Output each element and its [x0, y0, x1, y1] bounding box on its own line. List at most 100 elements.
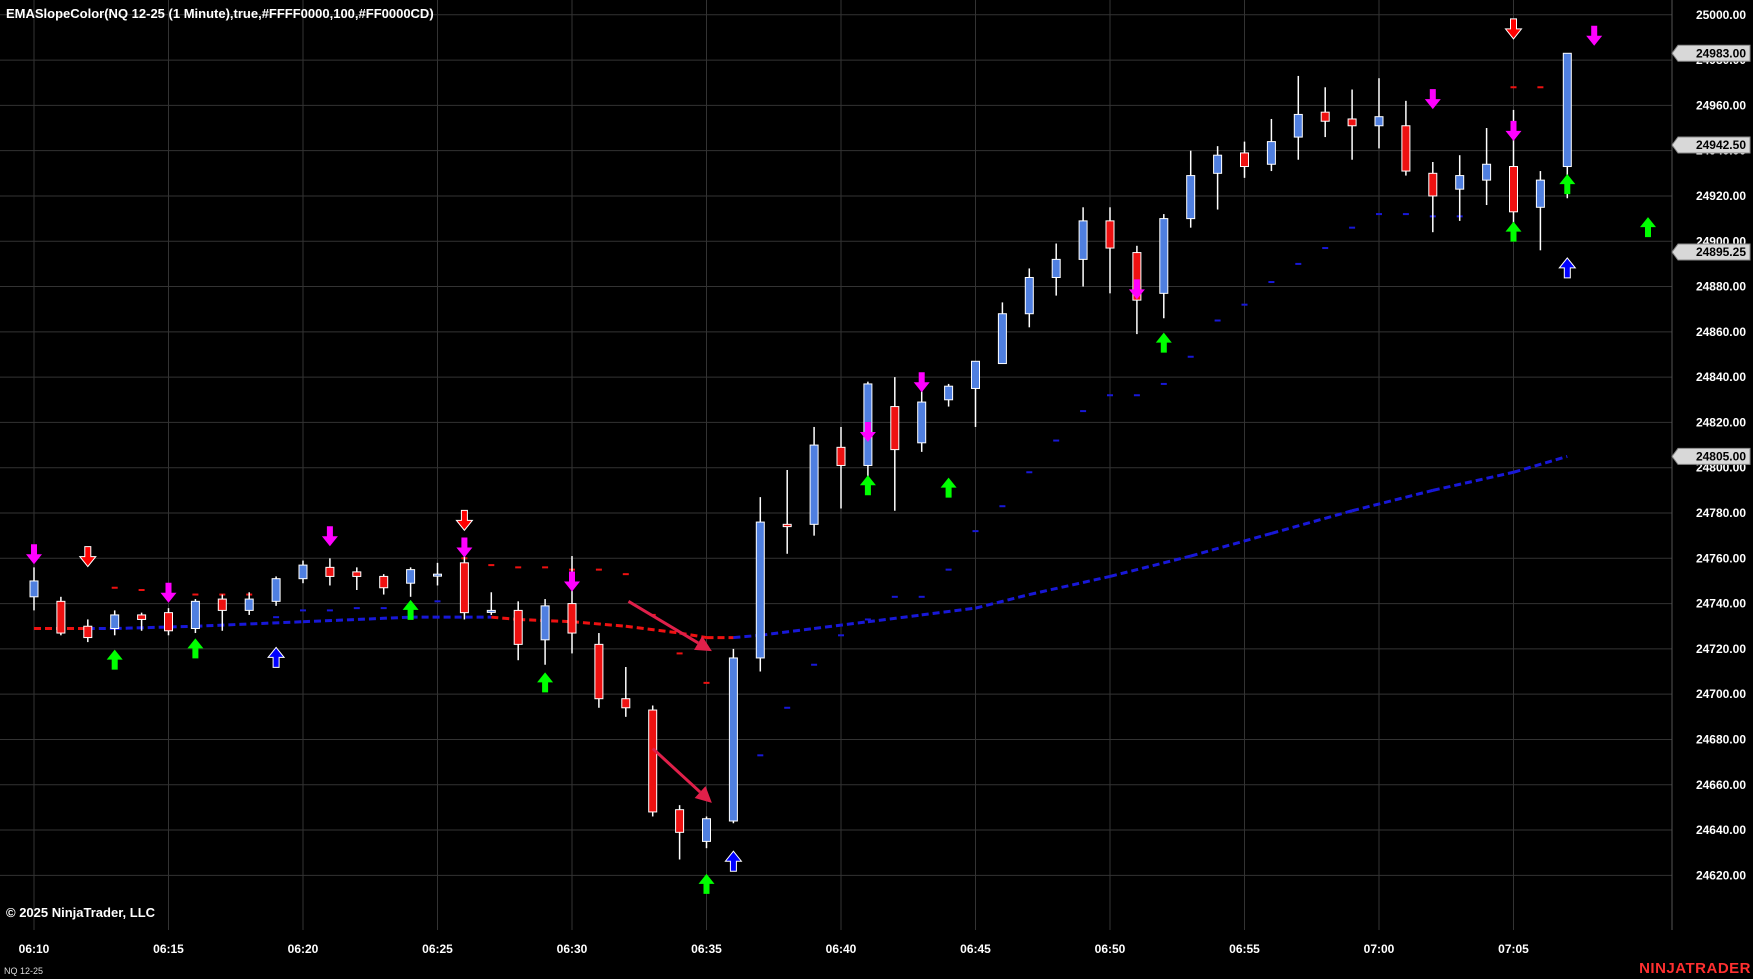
- candle: [675, 805, 685, 860]
- ema-line: [34, 454, 1568, 640]
- ema-segment: [1351, 488, 1434, 513]
- annotation-arrow: [627, 600, 712, 652]
- candle-body: [971, 360, 980, 389]
- annotation-shaft: [627, 600, 699, 645]
- magenta-down-arrow-icon: [160, 582, 177, 603]
- green-up-arrow-icon: [1155, 332, 1172, 353]
- annotation-arrow: [651, 747, 712, 803]
- green-up-arrow-icon: [940, 477, 957, 498]
- y-tick-label: 24920.00: [1696, 189, 1746, 203]
- candle-body: [1078, 220, 1088, 260]
- x-tick-label: 06:20: [288, 942, 319, 956]
- candle: [83, 619, 93, 643]
- magenta-down-arrow-icon: [456, 537, 473, 558]
- candle: [1078, 207, 1088, 287]
- candle-body: [29, 580, 39, 598]
- candle-body: [244, 598, 254, 611]
- candle-body: [944, 385, 954, 401]
- ema-segment: [1513, 454, 1568, 474]
- candle: [164, 608, 173, 636]
- candle-body: [1535, 179, 1545, 208]
- x-tick-label: 06:40: [826, 942, 857, 956]
- price-tag: 24942.50: [1671, 136, 1751, 154]
- y-tick-label: 25000.00: [1696, 8, 1746, 22]
- y-tick-label: 24720.00: [1696, 642, 1746, 656]
- candle: [1186, 150, 1196, 228]
- candle-body: [917, 401, 927, 444]
- candle: [1024, 268, 1034, 328]
- candle: [567, 556, 577, 654]
- ema-segment: [921, 606, 976, 617]
- candle: [1240, 141, 1249, 178]
- candle-body: [997, 313, 1007, 365]
- candle: [352, 567, 362, 591]
- green-up-arrow-icon: [698, 873, 715, 894]
- candle-body: [1455, 175, 1465, 190]
- candle-body: [1051, 258, 1061, 278]
- candle-body: [325, 566, 335, 577]
- price-tag-label: 24983.00: [1696, 46, 1746, 60]
- candle: [1401, 100, 1411, 176]
- x-tick-label: 06:10: [19, 942, 50, 956]
- candle-body: [217, 598, 227, 611]
- candle-body: [702, 818, 711, 842]
- green-up-arrow-icon: [537, 672, 554, 693]
- candle-body: [1240, 152, 1249, 168]
- candle-body: [1293, 113, 1303, 138]
- magenta-down-arrow-icon: [1128, 279, 1145, 300]
- candle: [944, 383, 954, 407]
- candle-body: [890, 406, 900, 451]
- candle-body: [56, 600, 66, 634]
- y-tick-label: 24960.00: [1696, 98, 1746, 112]
- candle: [1159, 214, 1169, 319]
- candle-body: [1320, 111, 1330, 122]
- candle-body: [809, 444, 819, 525]
- candle-body: [1186, 175, 1196, 220]
- candle-body: [1347, 118, 1357, 127]
- candle: [325, 558, 335, 586]
- green-up-arrow-icon: [1640, 217, 1656, 238]
- candle-body: [836, 446, 846, 466]
- ema-segment: [1109, 554, 1192, 578]
- candle: [890, 377, 900, 511]
- candle-body: [271, 578, 281, 602]
- candle: [433, 562, 442, 586]
- magenta-down-arrow-icon: [1505, 120, 1522, 141]
- candle: [406, 567, 416, 597]
- x-tick-label: 06:55: [1229, 942, 1260, 956]
- indicator-label: EMASlopeColor(NQ 12-25 (1 Minute),true,#…: [6, 6, 434, 21]
- candle: [809, 426, 819, 536]
- y-tick-label: 24760.00: [1696, 551, 1746, 565]
- green-up-arrow-icon: [106, 649, 123, 670]
- time-axis[interactable]: 06:10 06:15 06:20 06:25 06:30 06:35 06:40 06:45…: [19, 942, 1530, 956]
- candle-body: [1562, 52, 1572, 168]
- candle-body: [1428, 172, 1438, 197]
- candle-body: [728, 657, 738, 822]
- candle-body: [352, 571, 362, 577]
- candle: [1293, 75, 1303, 160]
- candle: [1535, 171, 1545, 251]
- y-tick-label: 24660.00: [1696, 778, 1746, 792]
- x-tick-label: 06:15: [153, 942, 184, 956]
- candle-body: [406, 569, 416, 584]
- ema-segment: [1190, 531, 1272, 558]
- candle: [540, 599, 550, 665]
- x-tick-label: 06:25: [422, 942, 453, 956]
- x-tick-label: 06:45: [960, 942, 991, 956]
- x-tick-label: 06:50: [1095, 942, 1126, 956]
- candle-body: [433, 573, 442, 577]
- candle: [728, 648, 738, 824]
- candle: [271, 576, 281, 606]
- candle: [594, 633, 604, 708]
- price-chart[interactable]: 25000.0024980.0024960.0024940.0024920.00…: [0, 0, 1753, 979]
- y-tick-label: 24740.00: [1696, 597, 1746, 611]
- candle: [1320, 87, 1330, 138]
- blue-up-arrow-icon: [1558, 257, 1577, 279]
- ema-segment: [760, 627, 815, 637]
- candle: [1213, 146, 1223, 210]
- candle-body: [83, 625, 93, 639]
- ema-segment: [571, 620, 626, 628]
- copyright-text: © 2025 NinjaTrader, LLC: [6, 905, 156, 920]
- candle-body: [1266, 141, 1276, 165]
- candle: [702, 816, 711, 849]
